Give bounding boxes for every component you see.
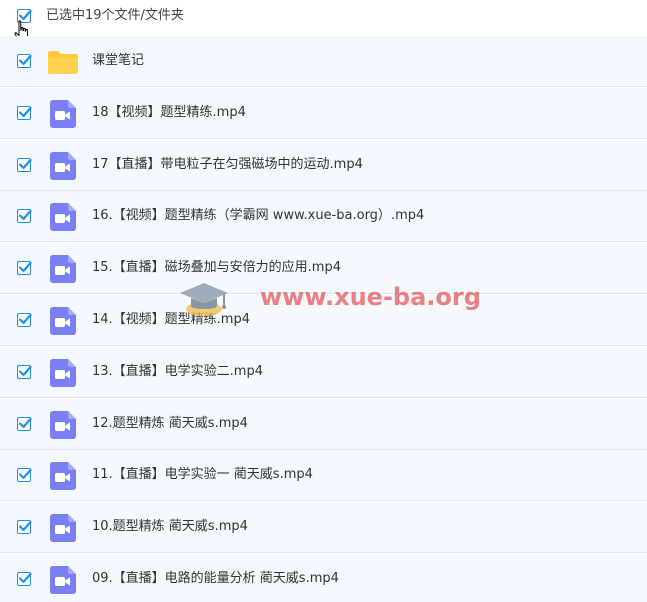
row-checkbox[interactable] xyxy=(17,313,32,327)
folder-icon xyxy=(48,48,78,76)
checkmark-icon xyxy=(18,365,32,377)
file-list-panel: 已选中19个文件/文件夹 课堂笔记 18【视频】题型精练.mp4 17【直播】带电粒… xyxy=(0,0,647,602)
row-checkbox[interactable] xyxy=(17,572,32,586)
video-file-icon xyxy=(50,203,76,231)
file-name[interactable]: 15.【直播】磁场叠加与安倍力的应用.mp4 xyxy=(92,260,341,276)
row-checkbox[interactable] xyxy=(17,106,32,120)
file-row[interactable]: 09.【直播】电路的能量分析 蔺天威s.mp4 xyxy=(0,554,647,602)
row-checkbox[interactable] xyxy=(17,209,32,223)
video-file-icon xyxy=(50,359,76,387)
file-row[interactable]: 11.【直播】电学实验一 蔺天威s.mp4 xyxy=(0,450,647,501)
video-file-icon xyxy=(50,255,76,283)
folder-name[interactable]: 课堂笔记 xyxy=(92,53,144,69)
row-checkbox[interactable] xyxy=(17,417,32,431)
row-checkbox[interactable] xyxy=(17,54,32,68)
video-file-icon xyxy=(50,566,76,594)
file-row[interactable]: 12.题型精炼 蔺天威s.mp4 xyxy=(0,399,647,450)
file-name[interactable]: 14.【视频】题型精练.mp4 xyxy=(92,312,250,328)
file-row[interactable]: 10.题型精炼 蔺天威s.mp4 xyxy=(0,502,647,553)
selection-header: 已选中19个文件/文件夹 xyxy=(0,0,647,42)
folder-row[interactable]: 课堂笔记 xyxy=(0,36,647,87)
checkmark-icon xyxy=(18,261,32,273)
checkmark-icon xyxy=(18,106,32,118)
row-checkbox[interactable] xyxy=(17,520,32,534)
file-name[interactable]: 16.【视频】题型精练（学霸网 www.xue-ba.org）.mp4 xyxy=(92,208,424,224)
selection-summary: 已选中19个文件/文件夹 xyxy=(46,8,184,23)
file-row[interactable]: 18【视频】题型精练.mp4 xyxy=(0,88,647,139)
file-name[interactable]: 10.题型精炼 蔺天威s.mp4 xyxy=(92,519,248,535)
video-file-icon xyxy=(50,411,76,439)
checkmark-icon xyxy=(18,417,32,429)
checkmark-icon xyxy=(18,572,32,584)
video-file-icon xyxy=(50,514,76,542)
row-checkbox[interactable] xyxy=(17,468,32,482)
row-checkbox[interactable] xyxy=(17,365,32,379)
file-name[interactable]: 13.【直播】电学实验二.mp4 xyxy=(92,364,263,380)
row-checkbox[interactable] xyxy=(17,261,32,275)
checkmark-icon xyxy=(18,158,32,170)
file-name[interactable]: 11.【直播】电学实验一 蔺天威s.mp4 xyxy=(92,467,313,483)
checkmark-icon xyxy=(18,54,32,66)
video-file-icon xyxy=(50,307,76,335)
file-name[interactable]: 18【视频】题型精练.mp4 xyxy=(92,105,246,121)
file-row[interactable]: 13.【直播】电学实验二.mp4 xyxy=(0,347,647,398)
file-row[interactable]: 16.【视频】题型精练（学霸网 www.xue-ba.org）.mp4 xyxy=(0,191,647,242)
checkmark-icon xyxy=(18,209,32,221)
file-row[interactable]: 14.【视频】题型精练.mp4 xyxy=(0,295,647,346)
video-file-icon xyxy=(50,462,76,490)
file-name[interactable]: 12.题型精炼 蔺天威s.mp4 xyxy=(92,416,248,432)
video-file-icon xyxy=(50,152,76,180)
file-name[interactable]: 17【直播】带电粒子在匀强磁场中的运动.mp4 xyxy=(92,157,363,173)
file-row[interactable]: 17【直播】带电粒子在匀强磁场中的运动.mp4 xyxy=(0,140,647,191)
row-checkbox[interactable] xyxy=(17,158,32,172)
checkmark-icon xyxy=(18,468,32,480)
checkmark-icon xyxy=(18,313,32,325)
file-row[interactable]: 15.【直播】磁场叠加与安倍力的应用.mp4 xyxy=(0,243,647,294)
video-file-icon xyxy=(50,100,76,128)
file-name[interactable]: 09.【直播】电路的能量分析 蔺天威s.mp4 xyxy=(92,571,339,587)
checkmark-icon xyxy=(18,520,32,532)
